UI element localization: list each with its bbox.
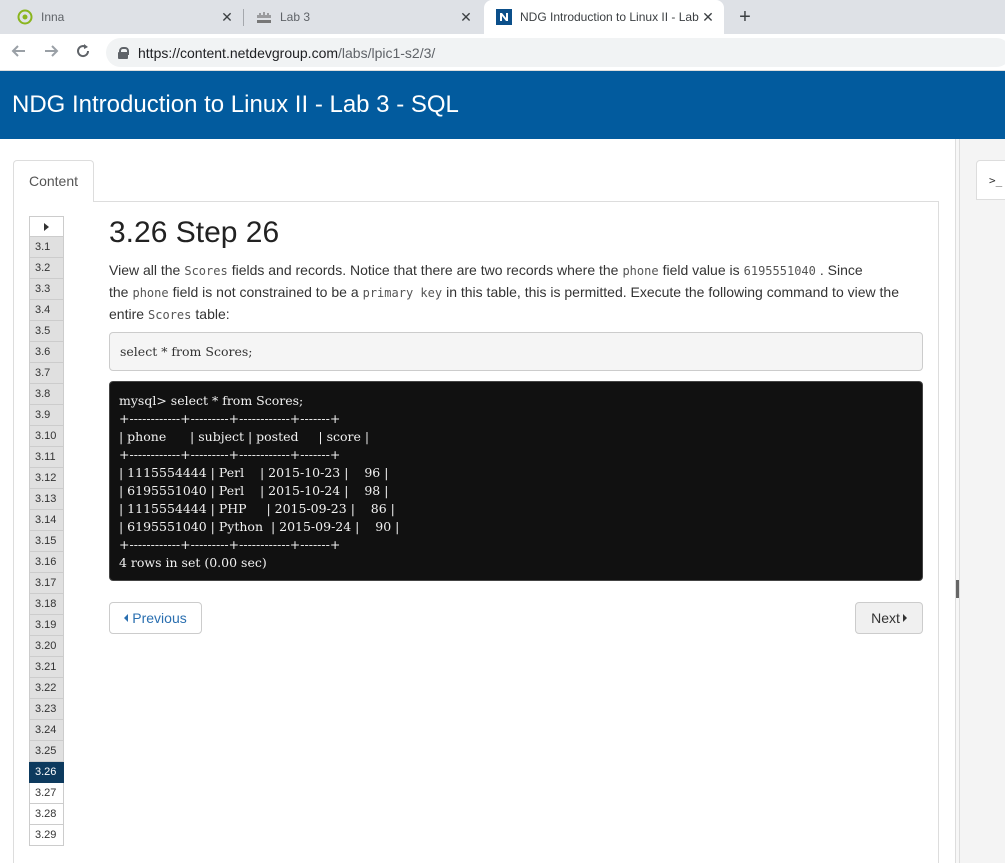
inline-code: Scores bbox=[148, 308, 192, 322]
new-tab-button[interactable]: + bbox=[735, 5, 755, 29]
close-tab-icon[interactable]: ✕ bbox=[219, 9, 235, 26]
address-bar[interactable]: https://content.netdevgroup.com/labs/lpi… bbox=[106, 38, 1005, 67]
step-link-3-1[interactable]: 3.1 bbox=[29, 237, 64, 258]
ndg-n-icon bbox=[496, 9, 512, 25]
step-link-3-16[interactable]: 3.16 bbox=[29, 552, 64, 573]
lock-icon bbox=[118, 46, 129, 59]
reload-icon[interactable] bbox=[73, 42, 93, 62]
close-tab-icon[interactable]: ✕ bbox=[458, 9, 474, 26]
text: View all the bbox=[109, 262, 181, 278]
inline-code: primary key bbox=[362, 286, 443, 300]
browser-tab-strip: Inna ✕ Lab 3 ✕ NDG Introduction to Linux… bbox=[0, 0, 1005, 34]
step-link-3-6[interactable]: 3.6 bbox=[29, 342, 64, 363]
step-link-3-18[interactable]: 3.18 bbox=[29, 594, 64, 615]
step-link-3-14[interactable]: 3.14 bbox=[29, 510, 64, 531]
inline-code: 6195551040 bbox=[743, 264, 816, 278]
terminal-text: mysql> select * from Scores; +----------… bbox=[119, 393, 400, 570]
step-link-3-10[interactable]: 3.10 bbox=[29, 426, 64, 447]
step-link-3-2[interactable]: 3.2 bbox=[29, 258, 64, 279]
forward-arrow-icon[interactable] bbox=[41, 42, 61, 62]
step-link-3-7[interactable]: 3.7 bbox=[29, 363, 64, 384]
step-link-3-22[interactable]: 3.22 bbox=[29, 678, 64, 699]
circle-target-icon bbox=[17, 9, 33, 25]
step-link-3-19[interactable]: 3.19 bbox=[29, 615, 64, 636]
close-tab-icon[interactable]: ✕ bbox=[700, 9, 716, 26]
step-link-3-25[interactable]: 3.25 bbox=[29, 741, 64, 762]
lab-title: NDG Introduction to Linux II - Lab 3 - S… bbox=[12, 91, 459, 118]
terminal-panel bbox=[960, 139, 1005, 863]
url-host: https://content.netdevgroup.com bbox=[138, 44, 339, 61]
back-arrow-icon[interactable] bbox=[9, 42, 29, 62]
previous-label: Previous bbox=[132, 610, 187, 626]
url-path: /labs/lpic1-s2/3/ bbox=[338, 44, 436, 61]
step-link-3-9[interactable]: 3.9 bbox=[29, 405, 64, 426]
step-link-3-27[interactable]: 3.27 bbox=[29, 783, 64, 804]
browser-tab-inna[interactable]: Inna ✕ bbox=[0, 0, 243, 34]
inline-code: phone bbox=[622, 264, 659, 278]
cisco-icon bbox=[256, 9, 272, 25]
command-box[interactable]: select * from Scores; bbox=[109, 332, 923, 371]
step-title: 3.26 Step 26 bbox=[109, 216, 280, 249]
collapse-toggle-button[interactable] bbox=[29, 216, 64, 237]
terminal-tab[interactable]: >_ bbox=[976, 160, 1005, 200]
step-link-3-29[interactable]: 3.29 bbox=[29, 825, 64, 846]
browser-tab-ndg-active[interactable]: NDG Introduction to Linux II - Lab ✕ bbox=[484, 0, 724, 34]
next-button[interactable]: Next bbox=[855, 602, 923, 634]
step-link-3-26[interactable]: 3.26 bbox=[29, 762, 64, 783]
step-link-3-20[interactable]: 3.20 bbox=[29, 636, 64, 657]
tab-title: NDG Introduction to Linux II - Lab bbox=[520, 10, 699, 24]
step-link-3-28[interactable]: 3.28 bbox=[29, 804, 64, 825]
step-link-3-21[interactable]: 3.21 bbox=[29, 657, 64, 678]
step-link-3-8[interactable]: 3.8 bbox=[29, 384, 64, 405]
next-label: Next bbox=[871, 610, 900, 626]
text: field is not constrained to be a bbox=[172, 284, 359, 300]
step-link-3-11[interactable]: 3.11 bbox=[29, 447, 64, 468]
step-navigation: 3.1 3.2 3.3 3.4 3.5 3.6 3.7 3.8 3.9 3.10 3.11 3.12 3… bbox=[29, 216, 64, 846]
browser-toolbar: https://content.netdevgroup.com/labs/lpi… bbox=[0, 34, 1005, 71]
tab-title: Lab 3 bbox=[280, 10, 311, 24]
step-link-3-23[interactable]: 3.23 bbox=[29, 699, 64, 720]
browser-tab-lab3[interactable]: Lab 3 ✕ bbox=[244, 0, 482, 34]
caret-right-icon bbox=[902, 614, 907, 623]
step-link-3-5[interactable]: 3.5 bbox=[29, 321, 64, 342]
lab-header: NDG Introduction to Linux II - Lab 3 - S… bbox=[0, 71, 1005, 139]
step-list: 3.1 3.2 3.3 3.4 3.5 3.6 3.7 3.8 3.9 3.10 3.11 3.12 3… bbox=[29, 237, 64, 846]
terminal-output: mysql> select * from Scores; +----------… bbox=[109, 381, 923, 581]
tab-title: Inna bbox=[41, 10, 65, 24]
step-link-3-12[interactable]: 3.12 bbox=[29, 468, 64, 489]
tab-content[interactable]: Content bbox=[13, 160, 94, 202]
splitter-handle[interactable] bbox=[956, 580, 959, 598]
step-link-3-15[interactable]: 3.15 bbox=[29, 531, 64, 552]
step-link-3-17[interactable]: 3.17 bbox=[29, 573, 64, 594]
step-link-3-3[interactable]: 3.3 bbox=[29, 279, 64, 300]
step-link-3-24[interactable]: 3.24 bbox=[29, 720, 64, 741]
inline-code: phone bbox=[132, 286, 169, 300]
step-link-3-13[interactable]: 3.13 bbox=[29, 489, 64, 510]
previous-button[interactable]: Previous bbox=[109, 602, 202, 634]
inline-code: Scores bbox=[184, 264, 228, 278]
triangle-right-icon bbox=[44, 223, 49, 232]
text: table: bbox=[195, 306, 230, 322]
caret-left-icon bbox=[124, 614, 129, 623]
step-description: View all the Scores fields and records. No… bbox=[109, 260, 921, 326]
text: field value is bbox=[662, 262, 740, 278]
step-link-3-4[interactable]: 3.4 bbox=[29, 300, 64, 321]
text: fields and records. Notice that there ar… bbox=[231, 262, 619, 278]
